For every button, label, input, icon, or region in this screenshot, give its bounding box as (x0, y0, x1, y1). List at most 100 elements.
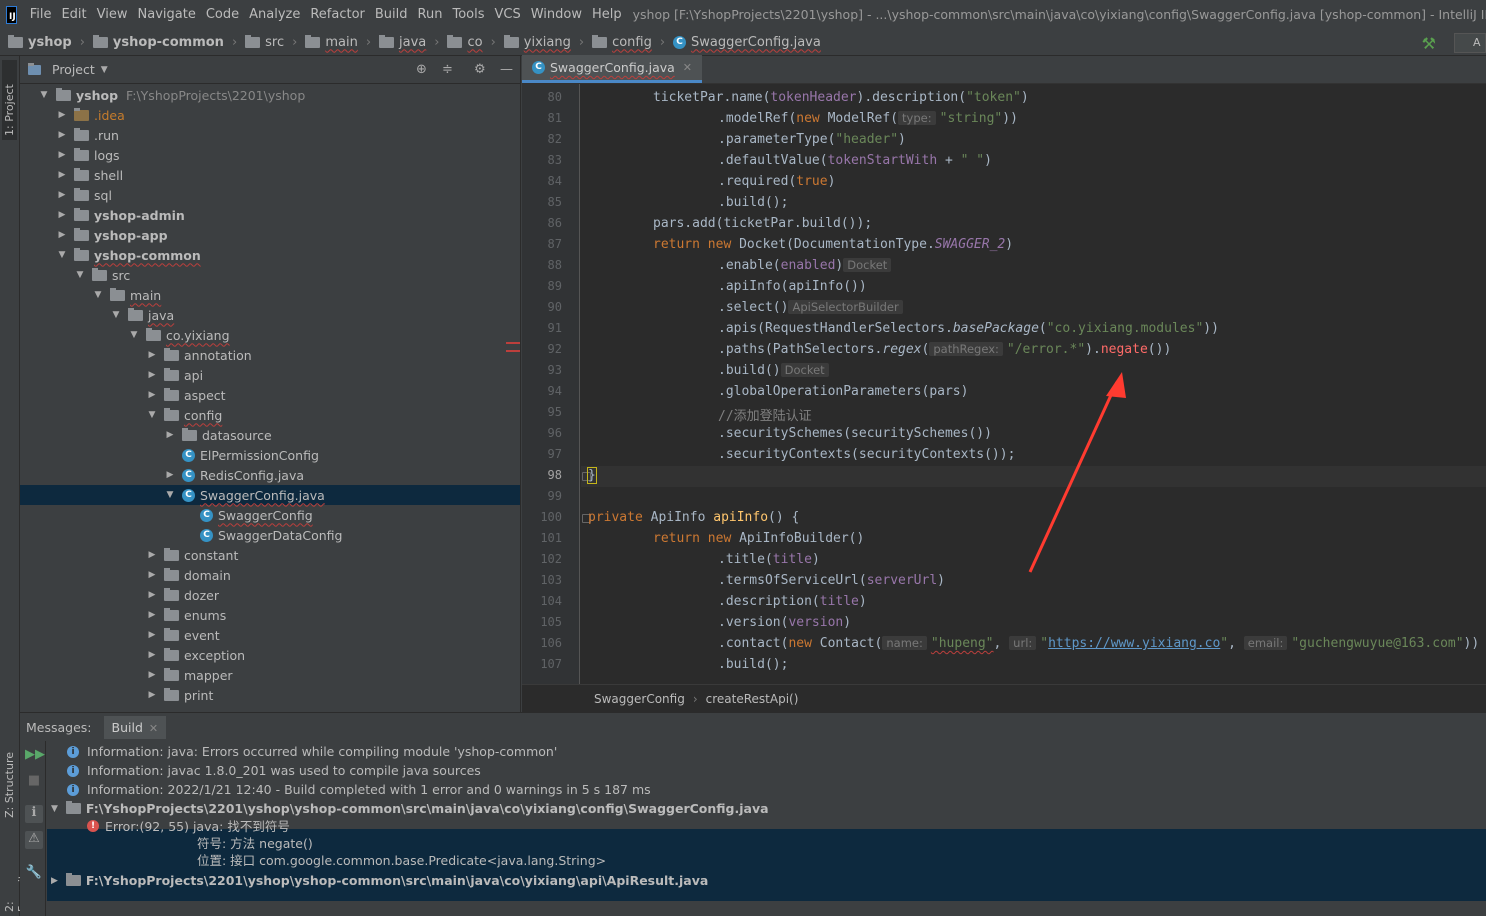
tree-node[interactable]: ▶ logs (20, 145, 520, 165)
info-filter-icon[interactable]: ℹ (25, 805, 43, 823)
chevron-right-icon[interactable]: ▶ (146, 550, 158, 560)
crumb-src[interactable]: src › (241, 34, 301, 50)
chevron-right-icon[interactable]: ▶ (56, 130, 68, 140)
crumb-swaggerconfig[interactable]: C SwaggerConfig.java (669, 35, 825, 50)
tree-node[interactable]: ▼ co.yixiang (20, 325, 520, 345)
crumb-yshop-common[interactable]: yshop-common › (89, 34, 241, 50)
chevron-down-icon[interactable]: ▼ (38, 90, 50, 100)
chevron-right-icon[interactable]: ▶ (56, 110, 68, 120)
crumb-yshop[interactable]: yshop › (0, 34, 89, 50)
chevron-right-icon[interactable]: ▶ (51, 876, 58, 886)
tree-node[interactable]: ▶ api (20, 365, 520, 385)
crumb-co[interactable]: co › (443, 34, 499, 50)
code-line[interactable]: .build(); (718, 657, 788, 672)
message-item[interactable]: i Information: 2022/1/21 12:40 - Build co… (47, 780, 1486, 799)
gear-icon[interactable]: ⚙ (474, 62, 486, 77)
run-config-selector[interactable]: A (1454, 33, 1486, 53)
hide-panel-icon[interactable]: — (500, 62, 513, 77)
code-line[interactable]: .build(); (718, 195, 788, 210)
chevron-down-icon[interactable]: ▼ (164, 490, 176, 500)
code-line[interactable]: .paths(PathSelectors.regex(pathRegex: "/e… (718, 342, 1171, 357)
tree-node[interactable]: ▶ annotation (20, 345, 520, 365)
breadcrumb-method[interactable]: createRestApi() (706, 692, 799, 706)
menu-vcs[interactable]: VCS (490, 7, 526, 22)
wrench-icon[interactable]: 🔧 (25, 865, 43, 883)
chevron-right-icon[interactable]: ▶ (146, 570, 158, 580)
code-line[interactable]: .title(title) (718, 552, 820, 567)
code-line[interactable]: .apiInfo(apiInfo()) (718, 279, 867, 294)
menu-view[interactable]: View (92, 7, 133, 22)
code-line[interactable]: .enable(enabled) Docket (718, 258, 895, 273)
build-hammer-icon[interactable]: ⚒ (1422, 34, 1436, 53)
tree-node[interactable]: ▶ print (20, 685, 520, 705)
locate-icon[interactable]: ⊕ (416, 62, 427, 77)
crumb-java[interactable]: java › (375, 34, 443, 50)
chevron-right-icon[interactable]: ▶ (146, 590, 158, 600)
tree-node[interactable]: ▼ yshop F:\YshopProjects\2201\yshop (20, 85, 520, 105)
warning-filter-icon[interactable]: ⚠ (25, 831, 43, 849)
chevron-right-icon[interactable]: ▶ (146, 650, 158, 660)
close-tab-icon[interactable]: ✕ (149, 722, 158, 735)
collapse-all-icon[interactable]: ≑ (442, 62, 453, 77)
tree-node[interactable]: ▶ dozer (20, 585, 520, 605)
chevron-right-icon[interactable]: ▶ (146, 690, 158, 700)
tree-node[interactable]: C SwaggerConfig (20, 505, 520, 525)
tree-node[interactable]: ▶ .idea (20, 105, 520, 125)
tree-node[interactable]: ▶ enums (20, 605, 520, 625)
menu-edit[interactable]: Edit (56, 7, 91, 22)
chevron-down-icon[interactable]: ▼ (74, 270, 86, 280)
chevron-right-icon[interactable]: ▶ (56, 230, 68, 240)
tree-node[interactable]: ▶ constant (20, 545, 520, 565)
chevron-right-icon[interactable]: ▶ (146, 670, 158, 680)
code-line[interactable]: return new Docket(DocumentationType.SWAG… (653, 237, 1013, 252)
code-line[interactable]: .termsOfServiceUrl(serverUrl) (718, 573, 945, 588)
chevron-down-icon[interactable]: ▼ (146, 410, 158, 420)
tree-node[interactable]: ▼ src (20, 265, 520, 285)
menu-refactor[interactable]: Refactor (305, 7, 370, 22)
tree-node[interactable]: ▶ shell (20, 165, 520, 185)
tab-swaggerconfig[interactable]: C SwaggerConfig.java ✕ (522, 55, 703, 83)
breadcrumb-class[interactable]: SwaggerConfig (594, 692, 685, 706)
chevron-right-icon[interactable]: ▶ (146, 630, 158, 640)
tree-node[interactable]: ▼ C SwaggerConfig.java (20, 485, 520, 505)
code-line[interactable]: return new ApiInfoBuilder() (653, 531, 864, 546)
chevron-down-icon[interactable]: ▼ (110, 310, 122, 320)
tree-node[interactable]: ▶ sql (20, 185, 520, 205)
chevron-right-icon[interactable]: ▶ (146, 350, 158, 360)
tree-node[interactable]: ▼ config (20, 405, 520, 425)
code-line[interactable]: .version(version) (718, 615, 851, 630)
chevron-right-icon[interactable]: ▶ (56, 150, 68, 160)
menu-build[interactable]: Build (370, 7, 413, 22)
menu-code[interactable]: Code (201, 7, 244, 22)
code-line[interactable]: } (587, 467, 597, 484)
tree-node[interactable]: ▶ domain (20, 565, 520, 585)
project-tool-tab[interactable]: 1: Project (2, 60, 17, 140)
crumb-yixiang[interactable]: yixiang › (500, 34, 588, 50)
tree-node[interactable]: ▼ main (20, 285, 520, 305)
tree-node[interactable]: ▶ datasource (20, 425, 520, 445)
tree-node[interactable]: ▶ mapper (20, 665, 520, 685)
code-area[interactable]: 80 81 82 83 84 85 86 87 88 89 90 91 92 93 94 95 96 97 98 99… (522, 84, 1486, 684)
chevron-down-icon[interactable]: ▼ (128, 330, 140, 340)
crumb-config[interactable]: config › (588, 34, 669, 50)
tree-node[interactable]: ▼ java (20, 305, 520, 325)
chevron-down-icon[interactable]: ▼ (101, 65, 108, 75)
code-line[interactable]: .parameterType("header") (718, 132, 906, 147)
tree-node[interactable]: ▶ yshop-app (20, 225, 520, 245)
chevron-right-icon[interactable]: ▶ (56, 170, 68, 180)
menu-navigate[interactable]: Navigate (133, 7, 201, 22)
code-line[interactable]: //添加登陆认证 (718, 405, 812, 424)
project-view-selector[interactable]: Project (52, 62, 95, 77)
code-line[interactable]: .contact(new Contact(name: "hupeng", url:… (718, 636, 1479, 651)
chevron-down-icon[interactable]: ▼ (92, 290, 104, 300)
chevron-right-icon[interactable]: ▶ (164, 470, 176, 480)
file-group-apiresult[interactable]: ▶ F:\YshopProjects\2201\yshop\yshop-commo… (47, 871, 1486, 890)
chevron-right-icon[interactable]: ▶ (146, 370, 158, 380)
menu-file[interactable]: File (25, 7, 57, 22)
tree-node[interactable]: ▶ aspect (20, 385, 520, 405)
code-line[interactable]: .globalOperationParameters(pars) (718, 384, 968, 399)
code-line[interactable]: .select() ApiSelectorBuilder (718, 300, 907, 315)
code-line[interactable]: private ApiInfo apiInfo() { (588, 510, 799, 525)
menu-help[interactable]: Help (587, 7, 627, 22)
code-line[interactable]: .modelRef(new ModelRef(type: "string")) (718, 111, 1018, 126)
